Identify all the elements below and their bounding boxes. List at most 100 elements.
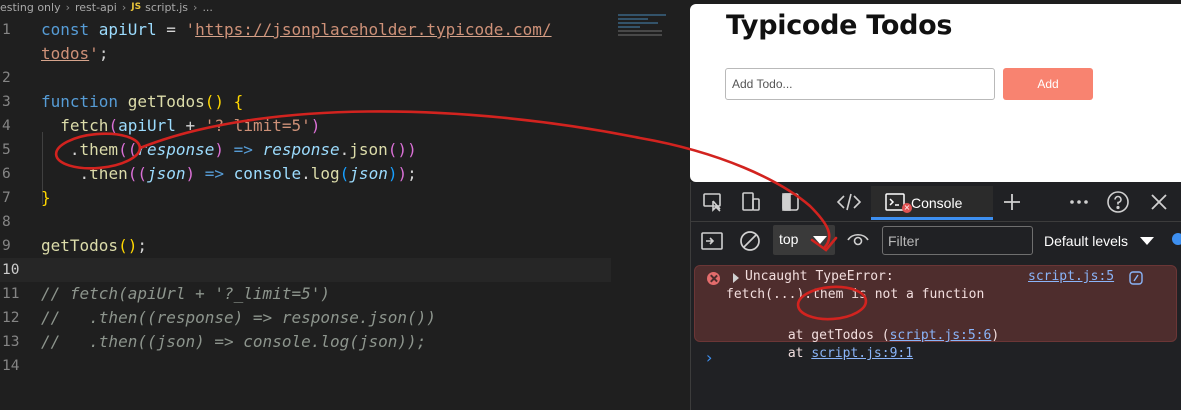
code-line[interactable]: 5 .them((response) => response.json()): [0, 138, 690, 162]
code-line[interactable]: 14: [0, 354, 690, 378]
code-token: ((: [118, 140, 138, 159]
code-token: json: [349, 140, 388, 159]
code-line[interactable]: 2: [0, 66, 690, 90]
error-title: Uncaught TypeError:: [745, 269, 894, 284]
line-number: 7: [2, 190, 11, 206]
code-token: ': [185, 20, 196, 39]
code-token: ': [89, 44, 99, 63]
context-value: top: [779, 231, 799, 247]
add-todo-input[interactable]: [725, 68, 995, 100]
code-text: todos';: [41, 42, 108, 66]
code-token: =: [156, 20, 186, 39]
code-token: apiUrl: [98, 20, 157, 39]
code-line[interactable]: 8: [0, 210, 690, 234]
console-prompt[interactable]: ›: [706, 348, 712, 367]
code-token: ): [310, 116, 321, 135]
devtools-panel: × Console top Default levels: [690, 182, 1181, 410]
code-line[interactable]: 6 .then((json) => console.log(json));: [0, 162, 690, 186]
console-filter-bar: top Default levels: [691, 223, 1181, 261]
code-token: ;: [137, 236, 147, 255]
code-token: ;: [407, 164, 417, 183]
more-icon[interactable]: [1067, 190, 1095, 214]
code-token: json: [349, 164, 388, 183]
code-text: // .then((json) => console.log(json));: [41, 330, 426, 354]
clear-console-icon[interactable]: [739, 230, 761, 256]
line-number: 4: [2, 118, 11, 134]
console-filter-input[interactable]: [882, 226, 1033, 255]
tab-console[interactable]: × Console: [871, 186, 993, 220]
log-levels-dropdown[interactable]: Default levels: [1044, 233, 1128, 249]
code-line[interactable]: 11 // fetch(apiUrl + '?_limit=5'): [0, 282, 690, 306]
device-toolbar-icon[interactable]: [739, 190, 767, 214]
code-token: https://jsonplaceholder.typicode.com/: [195, 20, 552, 39]
plus-icon[interactable]: [1000, 190, 1028, 214]
code-line[interactable]: 12 // .then((response) => response.json()…: [0, 306, 690, 330]
close-icon[interactable]: [1147, 190, 1175, 214]
line-number: 11: [2, 286, 20, 302]
code-text: .then((json) => console.log(json));: [41, 162, 417, 186]
code-token: (): [118, 236, 138, 255]
code-line[interactable]: 9 getTodos();: [0, 234, 690, 258]
error-icon: [707, 272, 720, 285]
inspect-icon[interactable]: [701, 190, 729, 214]
breadcrumb-folder[interactable]: rest-api: [75, 1, 117, 14]
add-todo-button[interactable]: Add: [1003, 68, 1093, 100]
code-line[interactable]: 3 function getTodos() {: [0, 90, 690, 114]
code-token: .: [339, 140, 350, 159]
code-token: them: [79, 140, 119, 159]
line-number: 13: [2, 334, 20, 350]
line-number: 8: [2, 214, 11, 230]
code-line[interactable]: 13 // .then((json) => console.log(json));: [0, 330, 690, 354]
code-token: const: [41, 20, 99, 39]
console-error-message[interactable]: Uncaught TypeError: script.js:5 fetch(..…: [694, 265, 1177, 361]
code-token: .: [41, 164, 90, 183]
chevron-down-icon: [1140, 237, 1154, 245]
code-lines[interactable]: 1 const apiUrl = 'https://jsonplaceholder…: [0, 18, 690, 378]
breadcrumb-folder[interactable]: esting only: [0, 1, 61, 14]
help-icon[interactable]: [1106, 190, 1134, 214]
code-token: =>: [195, 164, 234, 183]
error-source-link[interactable]: script.js:5: [1028, 269, 1114, 284]
panel-toggle-icon[interactable]: [779, 190, 807, 214]
code-line[interactable]: 1 const apiUrl = 'https://jsonplaceholder…: [0, 18, 690, 42]
line-number: 6: [2, 166, 11, 182]
elements-code-icon[interactable]: [836, 190, 864, 214]
code-token: ;: [98, 44, 109, 63]
eye-icon[interactable]: [846, 231, 870, 253]
ai-explain-icon[interactable]: [1128, 270, 1144, 290]
code-token: =>: [224, 140, 263, 159]
code-line[interactable]: 10: [0, 258, 611, 282]
code-token: ): [185, 164, 196, 183]
code-token: then: [89, 164, 128, 183]
code-editor[interactable]: esting only › rest-api › JS script.js › …: [0, 0, 690, 410]
breadcrumb-symbols[interactable]: ...: [202, 1, 213, 14]
code-token: ): [397, 164, 408, 183]
code-token: (: [108, 116, 119, 135]
context-select[interactable]: top: [773, 225, 835, 255]
expand-triangle-icon[interactable]: [733, 273, 739, 283]
code-text: const apiUrl = 'https://jsonplaceholder.…: [41, 18, 552, 42]
line-number: 10: [2, 262, 20, 278]
code-token: '? limit=5': [204, 116, 311, 135]
code-line[interactable]: 4 fetch(apiUrl + '? limit=5'): [0, 114, 690, 138]
devtools-tabbar: × Console: [691, 182, 1181, 222]
javascript-file-icon: JS: [131, 2, 142, 12]
stack-frame-2: at script.js:9:1: [756, 346, 914, 361]
code-token: todos: [41, 44, 90, 63]
line-number: 3: [2, 94, 11, 110]
issues-icon[interactable]: [1172, 233, 1181, 245]
line-number: 12: [2, 310, 20, 326]
code-token: response: [262, 140, 340, 159]
code-text: // fetch(apiUrl + '?_limit=5'): [41, 282, 330, 306]
stack-link[interactable]: script.js:9:1: [811, 346, 913, 361]
line-number: 1: [2, 22, 11, 38]
code-line[interactable]: 7}: [0, 186, 690, 210]
breadcrumb-file[interactable]: script.js: [145, 1, 188, 14]
code-line[interactable]: todos';: [0, 42, 690, 66]
code-token: response: [137, 140, 215, 159]
sidebar-icon[interactable]: [701, 231, 723, 255]
code-token: // .then((json) => console.log(json));: [41, 332, 427, 351]
code-token: ): [214, 140, 225, 159]
code-token: ()): [387, 140, 417, 159]
